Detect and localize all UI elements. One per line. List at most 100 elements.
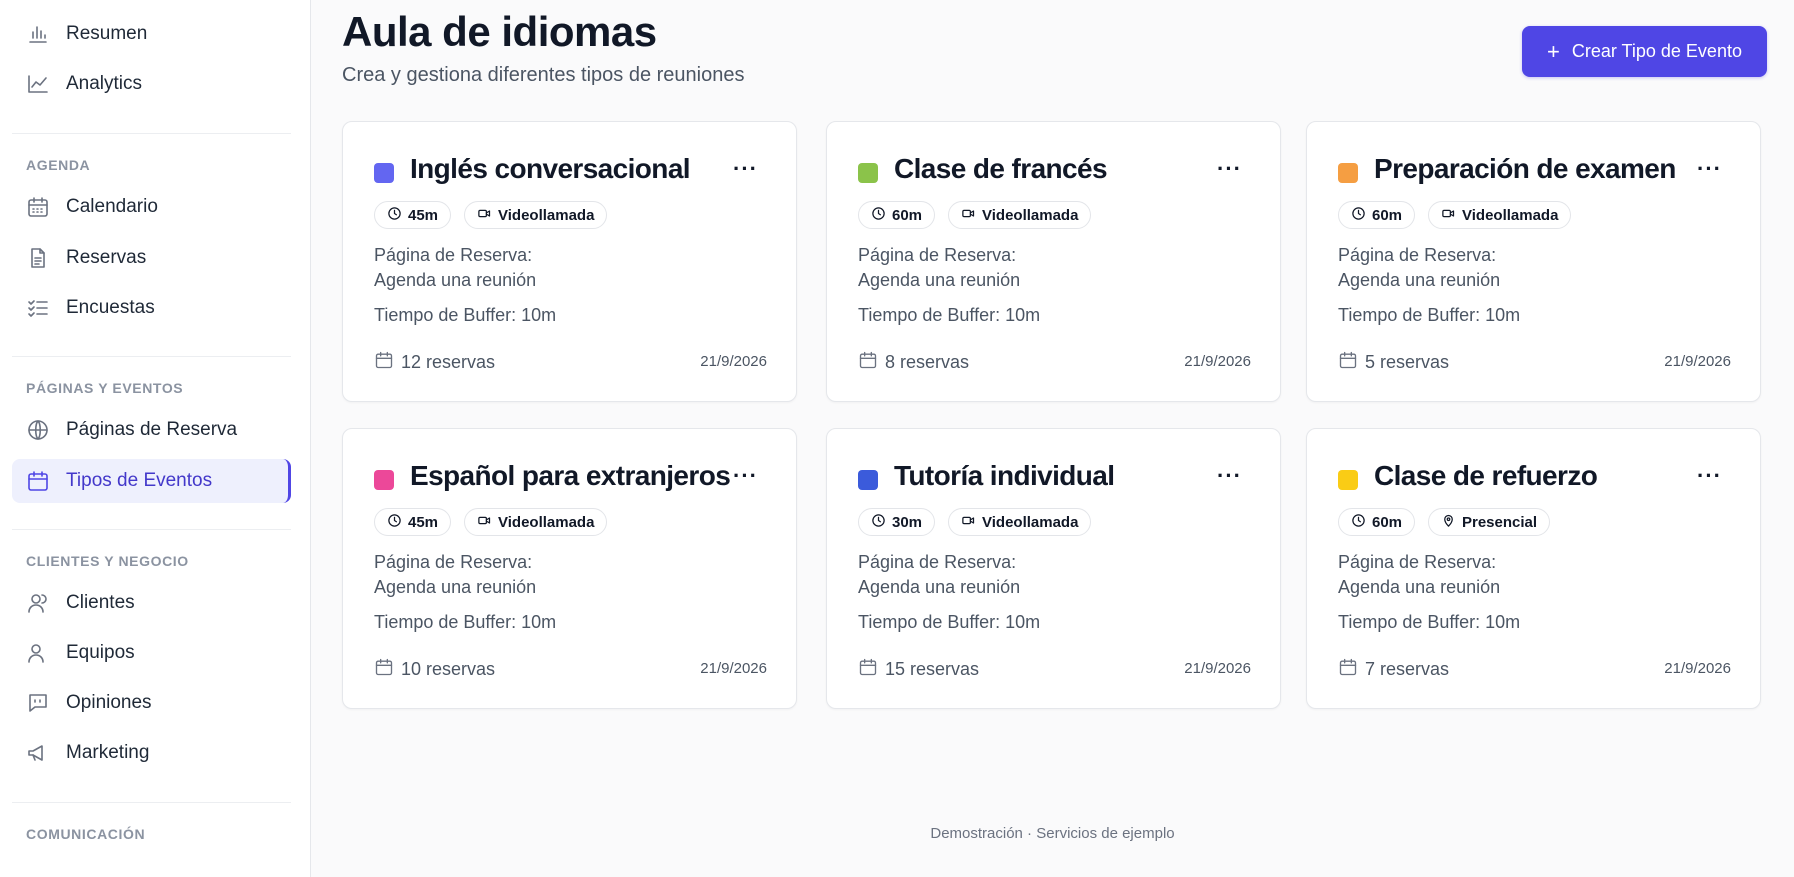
reservations-count: 8 reservas	[858, 350, 969, 375]
booking-page-label: Página de Reserva:	[374, 552, 533, 572]
duration-text: 60m	[1372, 513, 1403, 531]
mode-badge: Videollamada	[948, 508, 1092, 536]
duration-badge: 60m	[1338, 508, 1416, 536]
event-type-card[interactable]: Inglés conversacional ··· 45m Videollama…	[342, 121, 797, 402]
duration-text: 30m	[892, 513, 923, 531]
sidebar-item-opiniones[interactable]: Opiniones	[12, 681, 291, 725]
mode-text: Videollamada	[982, 513, 1079, 531]
calendar-icon	[26, 195, 50, 219]
sidebar-item-label: Reservas	[66, 247, 147, 268]
calendar-icon	[1338, 657, 1365, 682]
sidebar-item-paginas-reserva[interactable]: Páginas de Reserva	[12, 408, 291, 452]
event-title[interactable]: Tutoría individual	[894, 460, 1115, 492]
map-pin-icon	[1441, 513, 1462, 532]
duration-badge: 45m	[374, 201, 452, 229]
sidebar-item-reservas[interactable]: Reservas	[12, 236, 291, 280]
mode-badge: Videollamada	[1428, 201, 1572, 229]
mode-text: Videollamada	[498, 206, 595, 224]
more-options-icon[interactable]: ···	[733, 465, 758, 487]
sidebar-item-label: Marketing	[66, 742, 150, 763]
sidebar-item-resumen[interactable]: Resumen	[12, 12, 291, 56]
booking-page-value: Agenda una reunión	[1338, 270, 1501, 290]
reservations-text: 5 reservas	[1365, 352, 1450, 372]
calendar-icon	[858, 657, 885, 682]
event-title[interactable]: Inglés conversacional	[410, 153, 691, 185]
megaphone-icon	[26, 741, 50, 765]
users-icon	[26, 641, 50, 665]
page-title: Aula de idiomas	[342, 8, 657, 55]
reservations-count: 15 reservas	[858, 657, 979, 682]
more-options-icon[interactable]: ···	[1697, 465, 1722, 487]
event-color-swatch	[858, 163, 878, 183]
more-options-icon[interactable]: ···	[1217, 158, 1242, 180]
checklist-icon	[26, 296, 50, 320]
booking-page-label: Página de Reserva:	[858, 245, 1017, 265]
more-options-icon[interactable]: ···	[733, 158, 758, 180]
event-date: 21/9/2026	[700, 353, 767, 370]
calendar-icon	[374, 350, 401, 375]
event-title[interactable]: Español para extranjeros	[410, 460, 731, 492]
event-color-swatch	[1338, 470, 1358, 490]
reservations-text: 12 reservas	[401, 352, 496, 372]
event-date: 21/9/2026	[1664, 353, 1731, 370]
sidebar-item-tipos-eventos[interactable]: Tipos de Eventos	[12, 459, 291, 503]
duration-text: 45m	[408, 206, 439, 224]
mode-badge: Videollamada	[464, 201, 608, 229]
duration-text: 60m	[1372, 206, 1403, 224]
event-color-swatch	[858, 470, 878, 490]
more-options-icon[interactable]: ···	[1217, 465, 1242, 487]
user-icon	[26, 591, 50, 615]
sidebar-item-encuestas[interactable]: Encuestas	[12, 286, 291, 330]
reservations-count: 12 reservas	[374, 350, 495, 375]
sidebar-item-equipos[interactable]: Equipos	[12, 631, 291, 675]
booking-page-label: Página de Reserva:	[374, 245, 533, 265]
mode-text: Presencial	[1462, 513, 1538, 531]
mode-badge: Presencial	[1428, 508, 1551, 536]
plus-icon: +	[1547, 38, 1560, 64]
sidebar-item-label: Encuestas	[66, 297, 155, 318]
mode-text: Videollamada	[982, 206, 1079, 224]
sidebar-item-marketing[interactable]: Marketing	[12, 731, 291, 775]
line-chart-icon	[26, 72, 50, 96]
document-icon	[26, 246, 50, 270]
event-color-swatch	[374, 470, 394, 490]
buffer-time: Tiempo de Buffer: 10m	[374, 612, 557, 632]
bar-chart-icon	[26, 22, 50, 46]
calendar-icon	[374, 657, 401, 682]
sidebar-item-label: Clientes	[66, 592, 135, 613]
event-type-card[interactable]: Tutoría individual ··· 30m Videollamada …	[826, 428, 1281, 709]
clock-icon	[1351, 513, 1372, 532]
more-options-icon[interactable]: ···	[1697, 158, 1722, 180]
create-event-type-button[interactable]: + Crear Tipo de Evento	[1522, 26, 1767, 77]
sidebar-item-calendario[interactable]: Calendario	[12, 185, 291, 229]
mode-text: Videollamada	[1462, 206, 1559, 224]
sidebar-item-analytics[interactable]: Analytics	[12, 62, 291, 106]
section-label-paginas-eventos: PÁGINAS Y EVENTOS	[26, 380, 184, 396]
calendar-icon	[858, 350, 885, 375]
event-title[interactable]: Clase de francés	[894, 153, 1108, 185]
buffer-time: Tiempo de Buffer: 10m	[374, 305, 557, 325]
sidebar-divider	[12, 802, 291, 803]
sidebar-divider	[12, 133, 291, 134]
event-color-swatch	[374, 163, 394, 183]
event-type-card[interactable]: Clase de francés ··· 60m Videollamada Pá…	[826, 121, 1281, 402]
event-type-card[interactable]: Clase de refuerzo ··· 60m Presencial Pág…	[1306, 428, 1761, 709]
create-button-label: Crear Tipo de Evento	[1571, 41, 1742, 61]
mode-badge: Videollamada	[464, 508, 608, 536]
event-date: 21/9/2026	[1184, 660, 1251, 677]
sidebar: Resumen Analytics AGENDA Calendario Rese…	[0, 0, 311, 877]
event-title[interactable]: Preparación de examen	[1374, 153, 1676, 185]
video-icon	[1441, 206, 1462, 225]
event-date: 21/9/2026	[1664, 660, 1731, 677]
clock-icon	[387, 206, 408, 225]
duration-badge: 60m	[1338, 201, 1416, 229]
footer-text: Demostración · Servicios de ejemplo	[930, 825, 1175, 842]
event-date: 21/9/2026	[700, 660, 767, 677]
booking-page-label: Página de Reserva:	[1338, 245, 1497, 265]
event-type-card[interactable]: Preparación de examen ··· 60m Videollama…	[1306, 121, 1761, 402]
booking-page-value: Agenda una reunión	[374, 270, 537, 290]
sidebar-item-clientes[interactable]: Clientes	[12, 581, 291, 625]
video-icon	[477, 513, 498, 532]
event-type-card[interactable]: Español para extranjeros ··· 45m Videoll…	[342, 428, 797, 709]
event-title[interactable]: Clase de refuerzo	[1374, 460, 1598, 492]
